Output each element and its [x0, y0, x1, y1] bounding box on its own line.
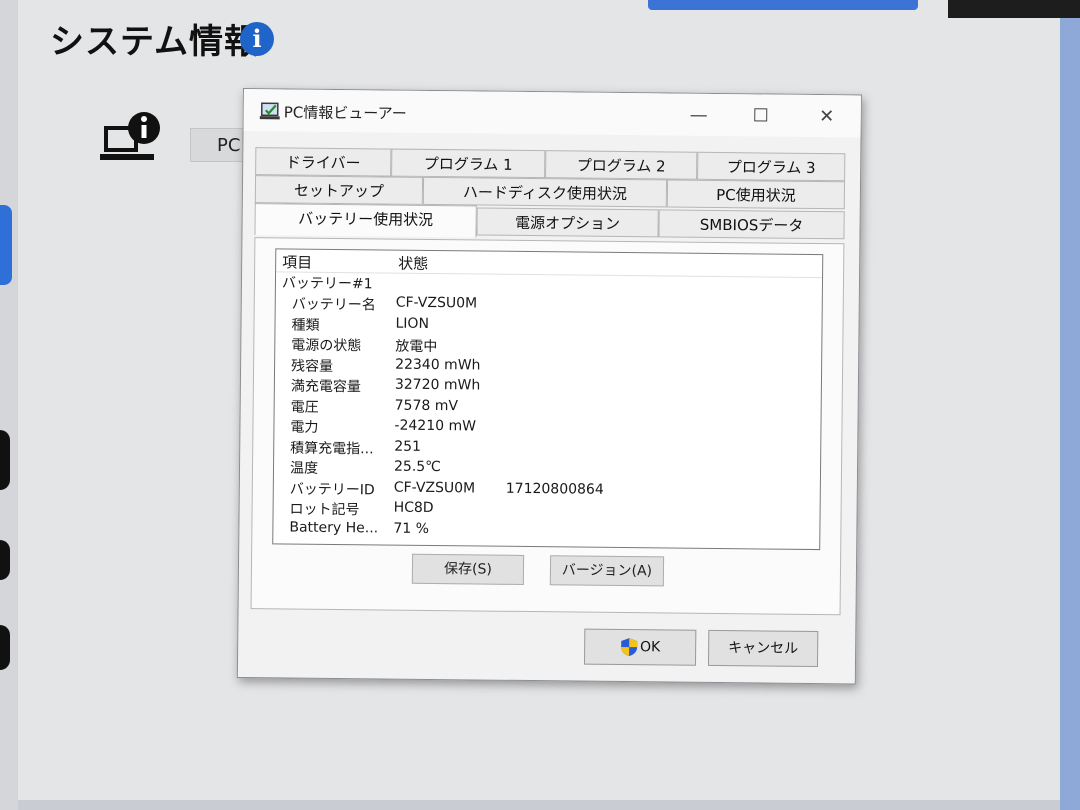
- ok-button[interactable]: OK: [583, 628, 697, 666]
- list-item-label: Battery He...: [289, 519, 379, 536]
- pc-viewer-app-icon: [259, 102, 280, 120]
- list-item-value: 7578 mV: [394, 397, 459, 414]
- pc-info-viewer-dialog: PC情報ビューアー — ☐ ✕ ドライバー プログラム 1 プログラム 2 プロ…: [236, 88, 862, 685]
- list-item-label: バッテリーID: [289, 481, 375, 498]
- left-nav-marker: [0, 430, 10, 490]
- group-label: バッテリー#1: [281, 275, 373, 293]
- info-icon[interactable]: i: [240, 22, 274, 56]
- list-item-label: 温度: [289, 460, 319, 477]
- list-item-value: LION: [395, 315, 430, 332]
- list-item-value: 放電中: [395, 338, 438, 356]
- tab-smbios-data[interactable]: SMBIOSデータ: [658, 209, 845, 240]
- column-header-status[interactable]: 状態: [398, 253, 428, 274]
- list-item-label: 電力: [290, 419, 319, 436]
- battery-list-view[interactable]: 項目 状態 バッテリー#1 バッテリー名 CF-VZSU0M 種類 LION 電源の状態…: [272, 248, 824, 551]
- desktop-wallpaper-strip: [1060, 18, 1080, 810]
- pc-info-button[interactable]: PC: [190, 128, 250, 162]
- list-item-value: 22340 mWh: [395, 356, 481, 374]
- titlebar: PC情報ビューアー — ☐ ✕: [243, 89, 861, 138]
- pc-info-icon: [100, 112, 160, 160]
- list-item-label: ロット記号: [289, 501, 360, 519]
- close-button[interactable]: ✕: [812, 105, 842, 129]
- tab-power-options[interactable]: 電源オプション: [476, 207, 659, 238]
- list-item-value: 71 %: [393, 520, 430, 537]
- list-item-value: 32720 mWh: [394, 376, 481, 394]
- list-item-extra-value: 17120800864: [505, 480, 604, 498]
- maximize-button[interactable]: ☐: [746, 104, 776, 128]
- list-item-value: HC8D: [393, 499, 434, 517]
- uac-shield-icon: [621, 638, 638, 657]
- minimize-button[interactable]: —: [684, 104, 714, 128]
- left-nav-marker: [0, 625, 10, 670]
- list-item-label: 残容量: [291, 358, 334, 375]
- left-nav-marker: [0, 540, 10, 580]
- list-item-label: 電源の状態: [291, 337, 362, 355]
- tab-program-3[interactable]: プログラム 3: [697, 151, 846, 182]
- list-item-value: -24210 mW: [394, 417, 477, 435]
- version-button[interactable]: バージョン(A): [549, 555, 665, 587]
- left-edge: [0, 0, 18, 810]
- list-item-label: 満充電容量: [290, 378, 361, 396]
- cancel-button[interactable]: キャンセル: [707, 629, 819, 668]
- list-item[interactable]: Battery He... 71 %: [273, 518, 819, 544]
- tab-hdd-usage[interactable]: ハードディスク使用状況: [422, 176, 668, 208]
- top-dark-corner: [948, 0, 1080, 18]
- list-item-label: 積算充電指...: [290, 440, 374, 457]
- column-header-item[interactable]: 項目: [282, 251, 312, 272]
- list-item-value: 251: [394, 438, 422, 455]
- left-nav-highlight: [0, 205, 12, 285]
- ok-label: OK: [639, 639, 661, 656]
- tab-pc-usage[interactable]: PC使用状況: [666, 179, 846, 210]
- tab-strip: ドライバー プログラム 1 プログラム 2 プログラム 3 セットアップ ハード…: [254, 147, 846, 240]
- list-item-label: 電圧: [290, 399, 319, 416]
- list-item-label: 種類: [291, 317, 320, 334]
- list-item-value: CF-VZSU0M: [395, 294, 478, 312]
- tab-setup[interactable]: セットアップ: [254, 175, 424, 205]
- page-title: システム情報: [50, 22, 259, 62]
- list-item-value: 25.5℃: [393, 458, 442, 476]
- top-accent-bar: [648, 0, 918, 10]
- tab-program-1[interactable]: プログラム 1: [391, 148, 546, 179]
- tab-driver[interactable]: ドライバー: [255, 147, 392, 177]
- tab-program-2[interactable]: プログラム 2: [545, 150, 698, 180]
- dialog-title: PC情報ビューアー: [283, 103, 407, 123]
- battery-usage-panel: 項目 状態 バッテリー#1 バッテリー名 CF-VZSU0M 種類 LION 電源の状態…: [250, 237, 845, 616]
- list-item-label: バッテリー名: [291, 296, 376, 314]
- save-button[interactable]: 保存(S): [411, 553, 525, 585]
- tab-battery-usage[interactable]: バッテリー使用状況: [254, 203, 477, 238]
- list-item-value: CF-VZSU0M: [393, 479, 476, 496]
